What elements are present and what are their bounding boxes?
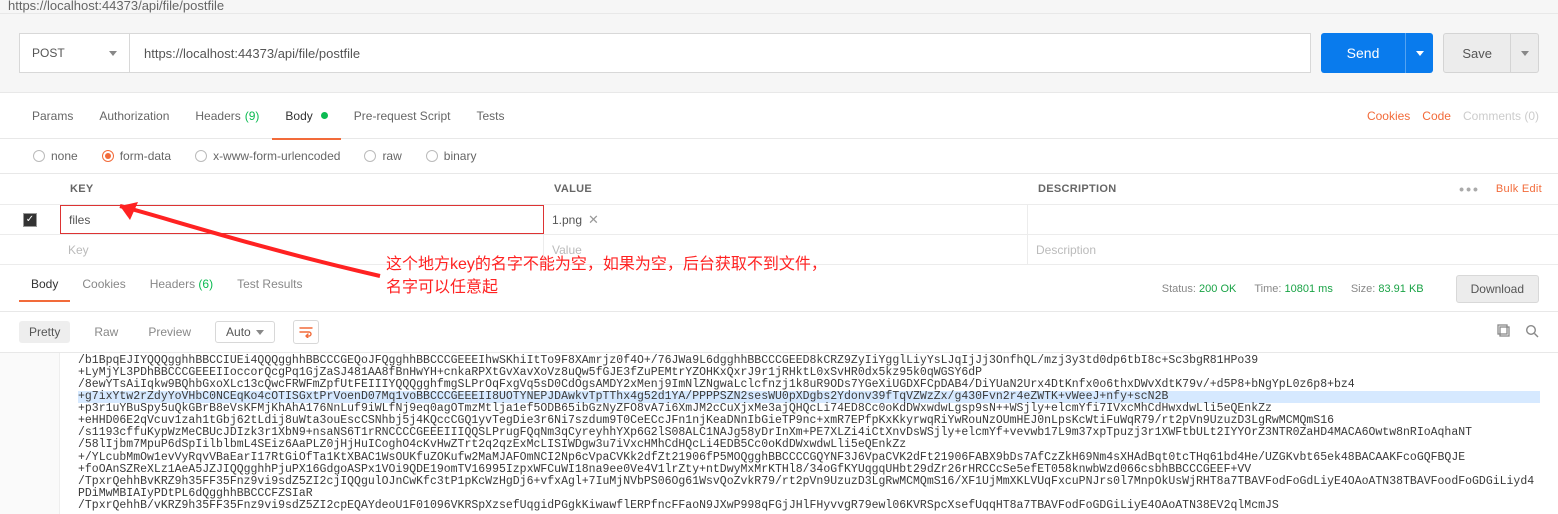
column-header-description: DESCRIPTION: [1028, 174, 1459, 204]
search-icon[interactable]: [1525, 324, 1539, 341]
send-button[interactable]: Send: [1321, 33, 1406, 73]
chevron-down-icon: [256, 330, 264, 335]
comments-link[interactable]: Comments (0): [1463, 109, 1539, 123]
kv-row: ✓ 1.png ✕: [0, 205, 1558, 235]
tab-params[interactable]: Params: [19, 93, 86, 139]
radio-form-data[interactable]: form-data: [102, 149, 171, 163]
radio-none[interactable]: none: [33, 149, 78, 163]
request-url-input[interactable]: [129, 33, 1311, 73]
key-input[interactable]: [69, 213, 535, 227]
request-tabs: Params Authorization Headers (9) Body Pr…: [0, 93, 1558, 139]
status-value: 200 OK: [1199, 283, 1236, 295]
chevron-down-icon: [1521, 51, 1529, 56]
address-bar-remnant: https://localhost:44373/api/file/postfil…: [0, 0, 1558, 14]
view-pretty[interactable]: Pretty: [19, 321, 70, 343]
value-input[interactable]: [552, 243, 1019, 257]
chevron-down-icon: [1416, 51, 1424, 56]
response-toolbar: Pretty Raw Preview Auto: [0, 312, 1558, 353]
description-input[interactable]: [1036, 213, 1550, 227]
tab-authorization[interactable]: Authorization: [86, 93, 182, 139]
tab-prerequest[interactable]: Pre-request Script: [341, 93, 464, 139]
send-dropdown-button[interactable]: [1405, 33, 1433, 73]
kv-header-row: KEY VALUE DESCRIPTION ••• Bulk Edit: [0, 174, 1558, 205]
body-type-selector: none form-data x-www-form-urlencoded raw…: [0, 139, 1558, 174]
kv-row-empty: [0, 235, 1558, 265]
check-icon: ✓: [26, 214, 34, 225]
column-header-key: KEY: [60, 174, 544, 204]
download-button[interactable]: Download: [1456, 275, 1539, 303]
request-bar: POST Send Save: [0, 14, 1558, 93]
response-body: /b1BpqEJIYQQQgghhBBCCIUEi4QQQgghhBBCCCGE…: [0, 353, 1558, 514]
view-preview[interactable]: Preview: [142, 321, 197, 343]
cookies-link[interactable]: Cookies: [1367, 109, 1410, 123]
chevron-down-icon: [109, 51, 117, 56]
format-select[interactable]: Auto: [215, 321, 275, 343]
modified-dot-icon: [321, 112, 328, 119]
http-method-select[interactable]: POST: [19, 33, 129, 73]
resp-tab-headers[interactable]: Headers (6): [138, 277, 225, 301]
save-button[interactable]: Save: [1443, 33, 1511, 73]
radio-urlencoded[interactable]: x-www-form-urlencoded: [195, 149, 340, 163]
resp-tab-cookies[interactable]: Cookies: [70, 277, 137, 301]
column-header-value: VALUE: [544, 174, 1028, 204]
file-chip: 1.png: [552, 213, 582, 227]
tab-tests[interactable]: Tests: [463, 93, 517, 139]
row-checkbox[interactable]: ✓: [23, 213, 37, 227]
key-input[interactable]: [68, 243, 535, 257]
bulk-edit-link[interactable]: Bulk Edit: [1496, 183, 1542, 195]
description-input[interactable]: [1036, 243, 1550, 257]
radio-raw[interactable]: raw: [364, 149, 401, 163]
code-link[interactable]: Code: [1422, 109, 1451, 123]
view-raw[interactable]: Raw: [88, 321, 124, 343]
time-value: 10801 ms: [1285, 283, 1333, 295]
size-value: 83.91 KB: [1378, 283, 1423, 295]
resp-tab-testresults[interactable]: Test Results: [225, 277, 314, 301]
response-tabs: Body Cookies Headers (6) Test Results 这个…: [0, 265, 1558, 312]
tab-body[interactable]: Body: [272, 93, 340, 139]
radio-binary[interactable]: binary: [426, 149, 477, 163]
tab-headers[interactable]: Headers (9): [182, 93, 272, 139]
remove-file-icon[interactable]: ✕: [588, 212, 599, 228]
response-code[interactable]: /b1BpqEJIYQQQgghhBBCCIUEi4QQQgghhBBCCCGE…: [60, 353, 1558, 514]
resp-tab-body[interactable]: Body: [19, 277, 70, 301]
wrap-lines-icon[interactable]: [293, 320, 319, 344]
more-options-icon[interactable]: •••: [1459, 181, 1480, 197]
save-dropdown-button[interactable]: [1511, 33, 1539, 73]
copy-icon[interactable]: [1497, 324, 1511, 341]
